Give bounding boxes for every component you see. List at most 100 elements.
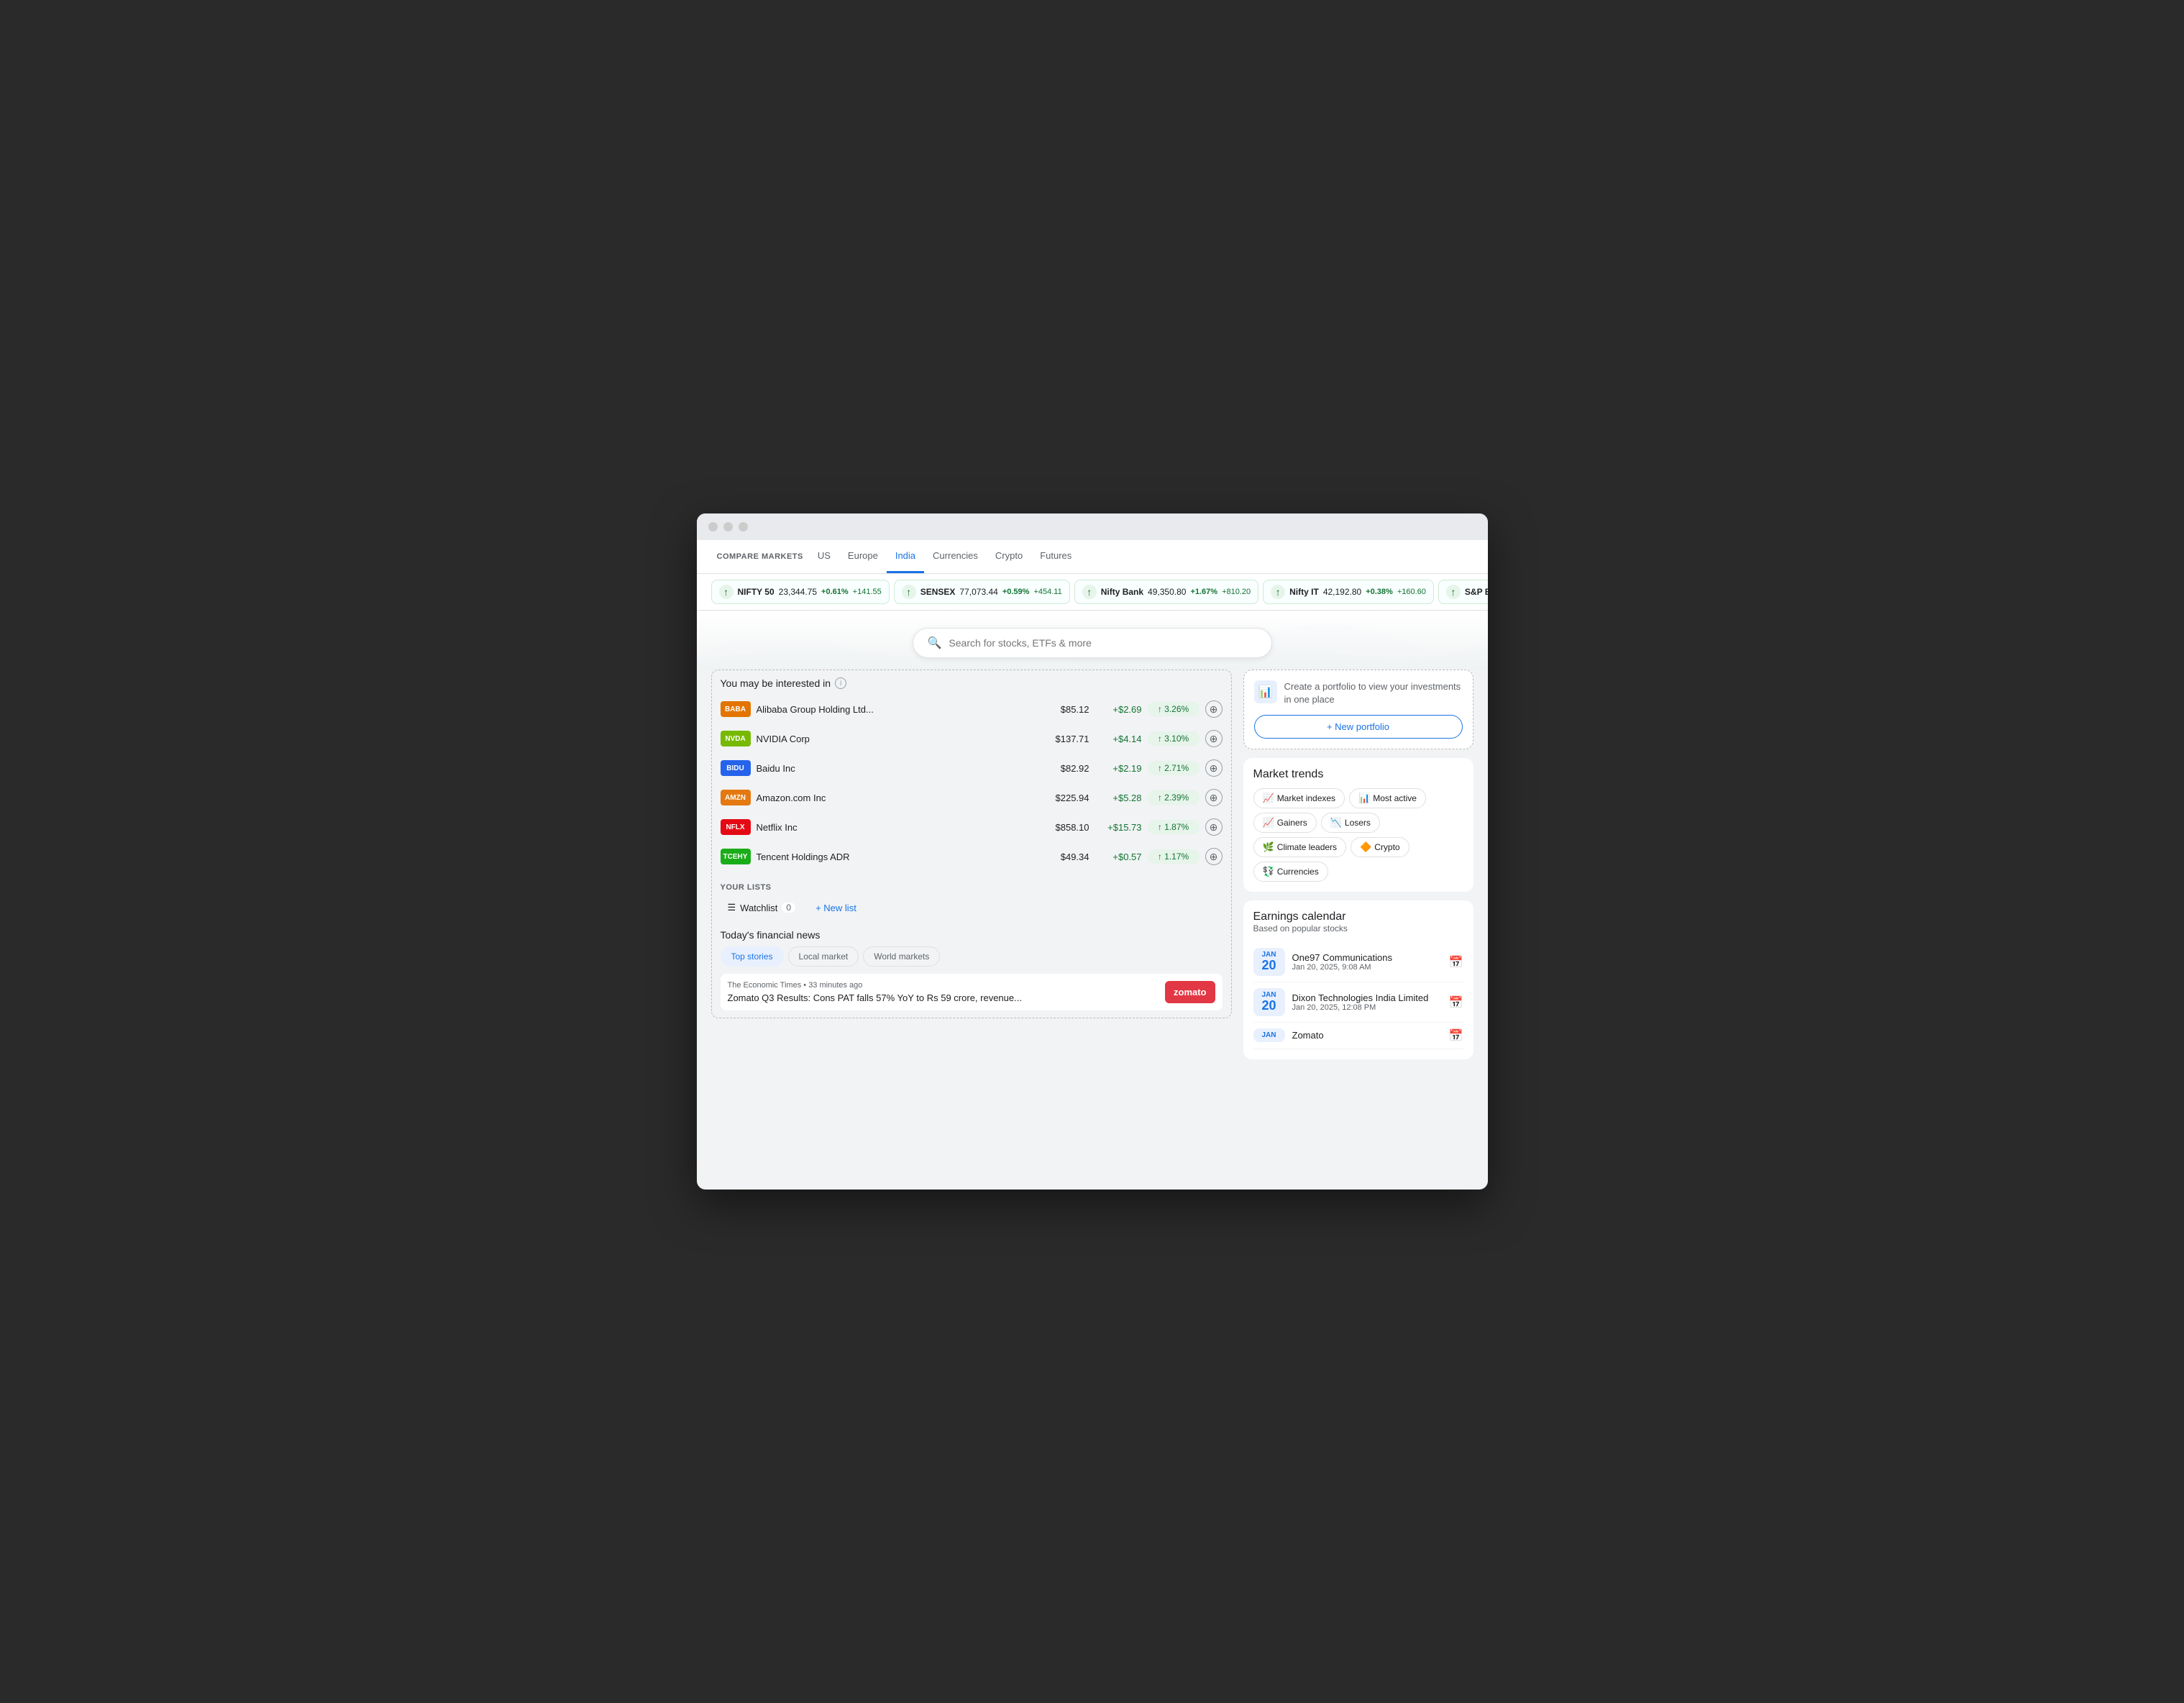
ticker-pct-sensex: +0.59% [1002, 588, 1030, 596]
stock-name: NVIDIA Corp [757, 734, 1033, 744]
earnings-time: Jan 20, 2025, 9:08 AM [1292, 963, 1442, 972]
earnings-row-2[interactable]: JAN Zomato 📅 [1253, 1023, 1463, 1049]
ticker-niftyit[interactable]: ↑ Nifty IT 42,192.80 +0.38% +160.60 [1263, 580, 1434, 604]
stock-name: Tencent Holdings ADR [757, 852, 1033, 862]
stock-change: +$4.14 [1095, 734, 1142, 744]
stock-list: BABA Alibaba Group Holding Ltd... $85.12… [721, 695, 1223, 872]
ticker-arrow-niftybank: ↑ [1082, 585, 1097, 599]
ticker-niftybank[interactable]: ↑ Nifty Bank 49,350.80 +1.67% +810.20 [1074, 580, 1258, 604]
market-indexes-label: Market indexes [1277, 793, 1335, 803]
watchlist-box[interactable]: ☰ Watchlist 0 [721, 898, 803, 918]
nav-bar: COMPARE MARKETS US Europe India Currenci… [697, 540, 1488, 574]
earnings-day: 20 [1259, 959, 1279, 973]
search-input[interactable] [949, 637, 1256, 649]
ticker-abs-nifty50: +141.55 [853, 588, 882, 596]
info-icon[interactable]: i [835, 677, 846, 689]
close-dot [708, 522, 718, 531]
add-stock-button[interactable]: ⊕ [1205, 818, 1223, 836]
ticker-nifty50[interactable]: ↑ NIFTY 50 23,344.75 +0.61% +141.55 [711, 580, 890, 604]
add-stock-button[interactable]: ⊕ [1205, 789, 1223, 806]
stock-change: +$5.28 [1095, 793, 1142, 803]
trend-tag-losers[interactable]: 📉 Losers [1321, 813, 1380, 833]
nav-item-us[interactable]: US [809, 540, 839, 573]
main-content: You may be interested in i BABA Alibaba … [697, 670, 1488, 1079]
stock-row-bidu[interactable]: BIDU Baidu Inc $82.92 +$2.19 ↑ 2.71% ⊕ [721, 754, 1223, 783]
ticker-name-nifty50: NIFTY 50 [738, 587, 775, 597]
nav-item-india[interactable]: India [887, 540, 924, 573]
ticker-arrow-sensex: ↑ [902, 585, 916, 599]
trend-tag-currencies[interactable]: 💱 Currencies [1253, 862, 1328, 882]
add-stock-button[interactable]: ⊕ [1205, 848, 1223, 865]
title-bar [697, 513, 1488, 540]
earnings-row-1[interactable]: JAN 20 Dixon Technologies India Limited … [1253, 982, 1463, 1023]
stock-name: Baidu Inc [757, 763, 1033, 774]
add-stock-button[interactable]: ⊕ [1205, 730, 1223, 747]
nav-item-currencies[interactable]: Currencies [924, 540, 987, 573]
climate-label: Climate leaders [1277, 842, 1337, 852]
stock-badge: AMZN [721, 790, 751, 805]
stock-row-amzn[interactable]: AMZN Amazon.com Inc $225.94 +$5.28 ↑ 2.3… [721, 783, 1223, 813]
nav-item-crypto[interactable]: Crypto [987, 540, 1031, 573]
stock-price: $858.10 [1039, 822, 1089, 833]
earnings-date: JAN [1253, 1028, 1285, 1042]
ticker-bse-smallcap[interactable]: ↑ S&P BSE SmallCap 52,739.01 +0.82% +427… [1438, 580, 1488, 604]
trend-tag-crypto[interactable]: 🔶 Crypto [1351, 837, 1409, 857]
stock-pct: ↑ 3.10% [1148, 731, 1200, 746]
market-trends-title: Market trends [1253, 768, 1463, 781]
earnings-list: JAN 20 One97 Communications Jan 20, 2025… [1253, 942, 1463, 1049]
new-list-button[interactable]: + New list [808, 898, 864, 918]
currencies-icon: 💱 [1263, 866, 1274, 877]
left-panel: You may be interested in i BABA Alibaba … [711, 670, 1243, 1068]
news-time: 33 minutes ago [808, 981, 862, 990]
compare-markets-label: COMPARE MARKETS [711, 542, 809, 571]
financial-news-section: Today's financial news Top stories Local… [721, 929, 1223, 1010]
earnings-row-0[interactable]: JAN 20 One97 Communications Jan 20, 2025… [1253, 942, 1463, 982]
news-tab-top-stories[interactable]: Top stories [721, 946, 784, 967]
stock-row-nvda[interactable]: NVDA NVIDIA Corp $137.71 +$4.14 ↑ 3.10% … [721, 724, 1223, 754]
ticker-abs-niftyit: +160.60 [1397, 588, 1426, 596]
earnings-company-name: Dixon Technologies India Limited [1292, 992, 1442, 1003]
stock-row-nflx[interactable]: NFLX Netflix Inc $858.10 +$15.73 ↑ 1.87%… [721, 813, 1223, 842]
currencies-label: Currencies [1277, 867, 1319, 877]
add-stock-button[interactable]: ⊕ [1205, 700, 1223, 718]
stock-row-baba[interactable]: BABA Alibaba Group Holding Ltd... $85.12… [721, 695, 1223, 724]
market-trends-card: Market trends 📈 Market indexes 📊 Most ac… [1243, 758, 1473, 892]
ticker-price-nifty50: 23,344.75 [779, 587, 817, 597]
list-icon: ☰ [728, 902, 736, 913]
nav-item-europe[interactable]: Europe [839, 540, 887, 573]
add-stock-button[interactable]: ⊕ [1205, 759, 1223, 777]
calendar-icon: 📅 [1449, 1028, 1463, 1043]
hero-section: 🔍 [697, 611, 1488, 670]
crypto-icon: 🔶 [1360, 841, 1371, 853]
earnings-month: JAN [1259, 1031, 1279, 1039]
ticker-name-niftybank: Nifty Bank [1101, 587, 1143, 597]
stock-badge: NFLX [721, 819, 751, 835]
new-portfolio-button[interactable]: + New portfolio [1254, 715, 1463, 739]
news-title: Today's financial news [721, 929, 1223, 941]
stock-row-tcehy[interactable]: TCEHY Tencent Holdings ADR $49.34 +$0.57… [721, 842, 1223, 872]
search-icon: 🔍 [928, 636, 942, 650]
stock-price: $137.71 [1039, 734, 1089, 744]
ticker-pct-nifty50: +0.61% [821, 588, 849, 596]
trend-tag-climate-leaders[interactable]: 🌿 Climate leaders [1253, 837, 1347, 857]
news-tab-world-markets[interactable]: World markets [863, 946, 940, 967]
your-lists-section: YOUR LISTS ☰ Watchlist 0 + New list [721, 883, 1223, 918]
earnings-day: 20 [1259, 999, 1279, 1013]
trend-tags: 📈 Market indexes 📊 Most active 📈 Gainers… [1253, 788, 1463, 882]
news-tab-local-market[interactable]: Local market [788, 946, 859, 967]
gainers-icon: 📈 [1263, 817, 1274, 828]
search-bar[interactable]: 🔍 [913, 628, 1272, 658]
stock-pct: ↑ 1.87% [1148, 820, 1200, 834]
stock-name: Amazon.com Inc [757, 793, 1033, 803]
ticker-arrow-nifty50: ↑ [719, 585, 734, 599]
trend-tag-gainers[interactable]: 📈 Gainers [1253, 813, 1317, 833]
trend-tag-market-indexes[interactable]: 📈 Market indexes [1253, 788, 1345, 808]
earnings-company: One97 Communications Jan 20, 2025, 9:08 … [1292, 952, 1442, 972]
ticker-arrow-bse: ↑ [1446, 585, 1461, 599]
losers-label: Losers [1345, 818, 1371, 828]
stock-badge: TCEHY [721, 849, 751, 864]
ticker-sensex[interactable]: ↑ SENSEX 77,073.44 +0.59% +454.11 [894, 580, 1070, 604]
nav-item-futures[interactable]: Futures [1031, 540, 1080, 573]
stock-badge: BIDU [721, 760, 751, 776]
trend-tag-most-active[interactable]: 📊 Most active [1349, 788, 1426, 808]
